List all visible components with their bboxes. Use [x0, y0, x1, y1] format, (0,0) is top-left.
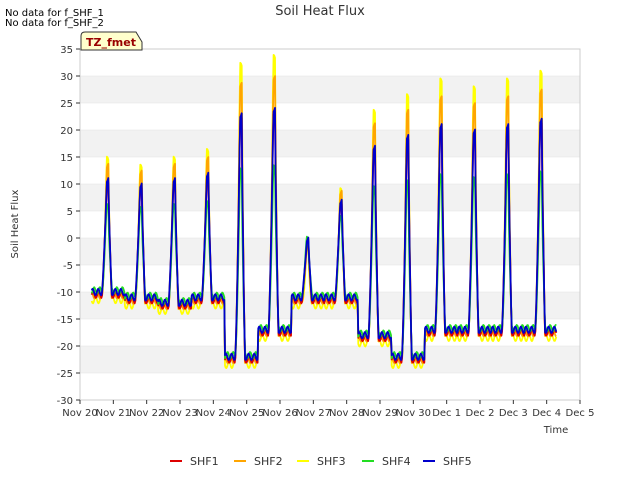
- x-tick-label: Dec 5: [566, 408, 595, 419]
- x-tick-label: Nov 26: [262, 408, 297, 419]
- legend-label-shf5: SHF5: [443, 455, 472, 468]
- y-tick-label: -15: [57, 315, 73, 326]
- tz-badge: TZ_fmet: [80, 31, 143, 51]
- legend-label-shf3: SHF3: [317, 455, 346, 468]
- y-tick-label: 20: [60, 126, 73, 137]
- x-tick-label: Nov 22: [129, 408, 164, 419]
- x-tick-label: Dec 2: [466, 408, 495, 419]
- y-tick-label: 0: [67, 234, 73, 245]
- grid-band: [80, 103, 580, 130]
- legend-label-shf1: SHF1: [190, 455, 219, 468]
- soil-heat-flux-chart: Soil Heat Flux -30 -25 -20 -15 -10 -5 0 5 10 15 20…: [10, 4, 595, 468]
- y-tick-label: -25: [57, 369, 73, 380]
- y-axis-label: Soil Heat Flux: [10, 189, 21, 258]
- y-tick-label: -10: [57, 288, 73, 299]
- x-tick-label: Nov 21: [96, 408, 131, 419]
- y-tick-label: 15: [60, 153, 73, 164]
- tz-badge-label: TZ_fmet: [86, 36, 136, 49]
- x-tick-label: Dec 4: [532, 408, 561, 419]
- x-tick-label: Nov 24: [196, 408, 231, 419]
- x-tick-label: Nov 28: [329, 408, 364, 419]
- x-tick-label: Nov 25: [229, 408, 264, 419]
- y-tick-label: -30: [57, 396, 73, 407]
- legend-label-shf2: SHF2: [254, 455, 283, 468]
- y-tick-label: 35: [60, 45, 73, 56]
- x-tick-label: Nov 23: [162, 408, 197, 419]
- x-tick-label: Dec 1: [432, 408, 461, 419]
- y-tick-label: 30: [60, 72, 73, 83]
- x-tick-label: Nov 20: [62, 408, 97, 419]
- y-tick-label: 5: [67, 207, 73, 218]
- grid-band: [80, 76, 580, 103]
- x-tick-label: Nov 29: [362, 408, 397, 419]
- x-tick-label: Nov 30: [396, 408, 431, 419]
- y-tick-label: -5: [63, 261, 73, 272]
- grid-band: [80, 49, 580, 76]
- legend: SHF1 SHF2 SHF3 SHF4 SHF5: [170, 455, 472, 468]
- y-tick-label: -20: [57, 342, 73, 353]
- y-tick-label: 10: [60, 180, 73, 191]
- legend-label-shf4: SHF4: [382, 455, 411, 468]
- chart-title: Soil Heat Flux: [275, 4, 365, 19]
- x-tick-label: Dec 3: [499, 408, 528, 419]
- x-axis-label: Time: [543, 425, 568, 436]
- x-tick-label: Nov 27: [296, 408, 331, 419]
- grid-band: [80, 373, 580, 400]
- grid-band: [80, 319, 580, 346]
- y-tick-label: 25: [60, 99, 73, 110]
- grid-band: [80, 346, 580, 373]
